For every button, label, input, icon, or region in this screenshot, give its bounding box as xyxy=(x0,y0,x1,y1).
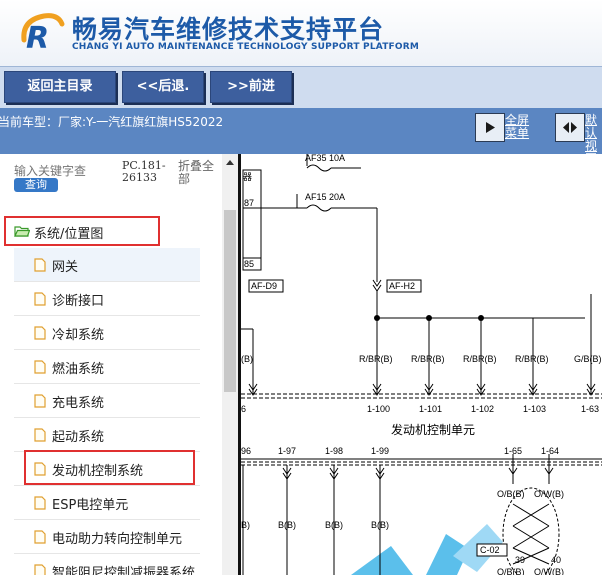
relay-box xyxy=(242,169,262,271)
connector-af-d9: AF-D9 xyxy=(251,281,277,291)
home-button[interactable]: 返回主目录 xyxy=(4,71,116,103)
folder-open-icon xyxy=(14,226,30,237)
wire-r-br-4: R/BR(B) xyxy=(515,354,549,364)
fullscreen-button[interactable] xyxy=(475,113,505,142)
scroll-up-arrow-icon[interactable] xyxy=(226,160,234,165)
play-icon xyxy=(486,122,495,133)
app-header: R 畅易汽车维修技术支持平台 CHANG YI AUTO MAINTENANCE… xyxy=(0,0,602,66)
engine-control-highlight xyxy=(24,450,195,485)
fuse-af15: AF15 20A xyxy=(296,192,378,282)
toolbar: 返回主目录 <<后退. >>前进 xyxy=(0,66,602,109)
back-button[interactable]: <<后退. xyxy=(122,71,204,103)
pin-1-101: 1-101 xyxy=(419,404,442,414)
relay-label: 器 xyxy=(243,172,252,182)
svg-text:R: R xyxy=(26,21,49,54)
tree-root-label: 系统/位置图 xyxy=(34,227,104,242)
document-icon xyxy=(34,496,46,510)
pin-85: 85 xyxy=(244,259,254,269)
ry-logo-icon: R xyxy=(21,13,65,54)
wire-b-4: B(B) xyxy=(325,520,343,530)
wire-b-3: B(B) xyxy=(278,520,296,530)
wiring-diagram[interactable]: AF35 10A 器 87 85 AF15 20A AF-D9 AF-H2 (B… xyxy=(238,154,602,575)
pin-39: 39 xyxy=(515,555,525,565)
tree-item-label: 起动系统 xyxy=(52,430,105,445)
tree-item-damper-system[interactable]: 智能阻尼控制减振器系统 xyxy=(14,554,200,575)
pin-1-103: 1-103 xyxy=(523,404,546,414)
wire-b-2: B) xyxy=(241,520,250,530)
tree-item-label: ESP电控单元 xyxy=(52,498,129,513)
pin-1-99: 1-99 xyxy=(371,446,389,456)
tree-item-label: 电动助力转向控制单元 xyxy=(52,532,183,547)
wire-r-br-3: R/BR(B) xyxy=(463,354,497,364)
pin-96: 96 xyxy=(241,446,251,456)
tree-item-eps-ecu[interactable]: 电动助力转向控制单元 xyxy=(14,520,200,554)
tree-item-label: 充电系统 xyxy=(52,396,105,411)
default-view-button[interactable] xyxy=(555,113,585,142)
search-button[interactable]: 查询 xyxy=(14,178,58,192)
connector-af-h2: AF-H2 xyxy=(389,281,415,291)
brand-title-cn: 畅易汽车维修技术支持平台 xyxy=(72,15,385,44)
tree-item-cooling-system[interactable]: 冷却系统 xyxy=(14,316,200,350)
forward-button[interactable]: >>前进 xyxy=(210,71,292,103)
tree-item-label: 诊断接口 xyxy=(52,294,105,309)
pc-code: PC.181- 26133 xyxy=(122,159,166,184)
pin-1-102: 1-102 xyxy=(471,404,494,414)
tree-item-label: 智能阻尼控制减振器系统 xyxy=(52,566,196,575)
pin-87: 87 xyxy=(244,198,254,208)
tree-root-system-location[interactable]: 系统/位置图 xyxy=(4,216,160,246)
pin-1-97: 1-97 xyxy=(278,446,296,456)
document-icon xyxy=(34,292,46,306)
tree-item-diagnostic-port[interactable]: 诊断接口 xyxy=(14,282,200,316)
fuse-af15-label: AF15 20A xyxy=(305,192,345,202)
document-icon xyxy=(34,258,46,272)
fuse-af35: AF35 10A xyxy=(305,154,361,172)
document-icon xyxy=(34,530,46,544)
current-vehicle-label: 当前车型：厂家:Y-一汽红旗红旗HS52022 xyxy=(0,115,224,129)
wire-r-br-1: R/BR(B) xyxy=(359,354,393,364)
wire-o-b: O/B(B) xyxy=(497,489,525,499)
fuse-af35-label: AF35 10A xyxy=(305,154,345,163)
sidebar: 查询 PC.181- 26133 折叠全 部 系统/位置图 网关 诊断接口 冷却… xyxy=(0,154,238,575)
sidebar-scrollbar[interactable] xyxy=(222,154,238,575)
status-bar: 当前车型：厂家:Y-一汽红旗红旗HS52022 全屏 菜单 默认 视图 xyxy=(0,108,602,166)
collapse-all-button[interactable]: 折叠全 部 xyxy=(178,160,214,186)
document-icon xyxy=(34,360,46,374)
wire-r-br-2: R/BR(B) xyxy=(411,354,445,364)
tree-item-gateway[interactable]: 网关 xyxy=(14,248,200,282)
wire-b-5: B(B) xyxy=(371,520,389,530)
document-icon xyxy=(34,428,46,442)
pin-1-64: 1-64 xyxy=(541,446,559,456)
document-icon xyxy=(34,564,46,575)
tree-item-label: 冷却系统 xyxy=(52,328,105,343)
tree-item-label: 网关 xyxy=(52,260,79,275)
fullscreen-menu-link[interactable]: 全屏 菜单 xyxy=(505,114,529,140)
pin-1-63: 1-63 xyxy=(581,404,599,414)
pin-1-98: 1-98 xyxy=(325,446,343,456)
tree-item-esp-ecu[interactable]: ESP电控单元 xyxy=(14,486,200,520)
wire-g-b: G/B(B) xyxy=(574,354,602,364)
document-icon xyxy=(34,394,46,408)
scroll-thumb[interactable] xyxy=(224,210,236,392)
ecu-label: 发动机控制单元 xyxy=(391,422,475,437)
tree-item-fuel-system[interactable]: 燃油系统 xyxy=(14,350,200,384)
expand-arrows-icon xyxy=(563,122,577,133)
pin-1-100: 1-100 xyxy=(367,404,390,414)
wire-o-w: O/W(B) xyxy=(534,489,564,499)
wire-o-b-2: O/B(B) xyxy=(497,567,525,575)
connector-c-02: C-02 xyxy=(480,545,500,555)
pin-6: 6 xyxy=(241,404,246,414)
tree-item-starting-system[interactable]: 起动系统 xyxy=(14,418,200,452)
brand-title-en: CHANG YI AUTO MAINTENANCE TECHNOLOGY SUP… xyxy=(72,42,420,52)
document-icon xyxy=(34,326,46,340)
wire-o-w-2: O/W(B) xyxy=(534,567,564,575)
tree-item-label: 燃油系统 xyxy=(52,362,105,377)
pin-40: 40 xyxy=(551,555,561,565)
tree-item-charging-system[interactable]: 充电系统 xyxy=(14,384,200,418)
wire-b: (B) xyxy=(241,354,253,364)
